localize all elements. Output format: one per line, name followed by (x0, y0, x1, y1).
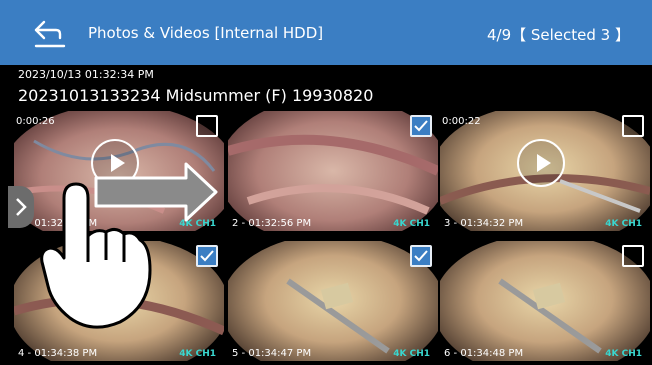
channel-badge: 4K CH1 (179, 219, 216, 229)
capture-datetime: 2023/10/13 01:32:34 PM (18, 68, 154, 81)
checkbox-checked-icon[interactable] (196, 245, 218, 267)
video-duration: 0:00:22 (442, 116, 481, 127)
media-tile-2[interactable]: 2 - 01:32:56 PM 4K CH1 (228, 111, 438, 231)
tile-caption: 2 - 01:32:56 PM (232, 218, 312, 229)
checkbox-checked-icon[interactable] (410, 115, 432, 137)
checkbox-checked-icon[interactable] (410, 245, 432, 267)
media-tile-4[interactable]: 4 - 01:34:38 PM 4K CH1 (14, 241, 224, 361)
play-icon[interactable] (517, 139, 565, 187)
media-grid: 0:00:26 1 - 01:32:34 PM 4K CH1 2 - 01:32… (0, 111, 652, 365)
channel-badge: 4K CH1 (605, 219, 642, 229)
back-arrow-icon[interactable] (30, 18, 70, 50)
channel-badge: 4K CH1 (605, 349, 642, 359)
checkbox-icon[interactable] (622, 115, 644, 137)
media-tile-1[interactable]: 0:00:26 1 - 01:32:34 PM 4K CH1 (14, 111, 224, 231)
play-icon[interactable] (91, 139, 139, 187)
tile-caption: 5 - 01:34:47 PM (232, 348, 312, 359)
media-tile-5[interactable]: 5 - 01:34:47 PM 4K CH1 (228, 241, 438, 361)
channel-badge: 4K CH1 (393, 349, 430, 359)
top-bar: Photos & Videos [Internal HDD] 4/9【 Sele… (0, 0, 652, 65)
tile-caption: 6 - 01:34:48 PM (444, 348, 524, 359)
checkbox-icon[interactable] (622, 245, 644, 267)
video-duration: 0:00:26 (16, 116, 55, 127)
checkbox-icon[interactable] (196, 115, 218, 137)
session-name: 20231013133234 Midsummer (F) 19930820 (18, 86, 374, 105)
media-tile-6[interactable]: 6 - 01:34:48 PM 4K CH1 (440, 241, 650, 361)
channel-badge: 4K CH1 (179, 349, 216, 359)
media-tile-3[interactable]: 0:00:22 3 - 01:34:32 PM 4K CH1 (440, 111, 650, 231)
selection-counter: 4/9【 Selected 3 】 (486, 26, 630, 44)
chevron-left-icon[interactable] (8, 186, 34, 228)
channel-badge: 4K CH1 (393, 219, 430, 229)
page-title: Photos & Videos [Internal HDD] (88, 24, 324, 42)
tile-caption: 4 - 01:34:38 PM (18, 348, 98, 359)
tile-caption: 3 - 01:34:32 PM (444, 218, 524, 229)
